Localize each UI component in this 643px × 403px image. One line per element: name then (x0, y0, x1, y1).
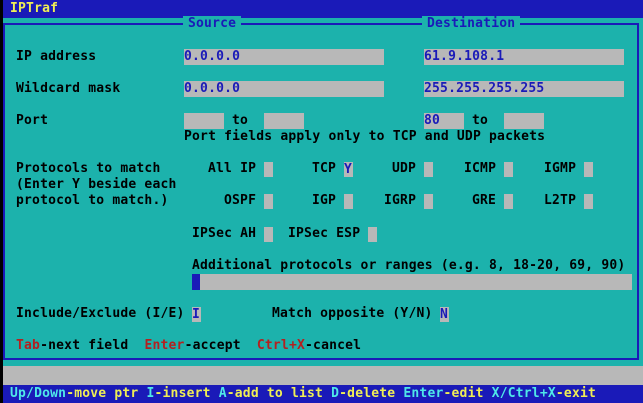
text-cursor (192, 274, 200, 290)
protocol-igrp-label: IGRP (384, 193, 416, 209)
protocol-udp-label: UDP (392, 161, 416, 177)
ip-address-label: IP address (16, 49, 96, 65)
status-delete-key: D (331, 386, 339, 401)
status-exit-key: X/Ctrl+X (492, 386, 556, 401)
destination-wildcard-field[interactable]: 255.255.255.255 (424, 81, 624, 97)
status-exit-desc: -exit (556, 386, 596, 401)
protocol-ipsec-ah-checkbox[interactable] (264, 227, 273, 242)
protocol-igrp-checkbox[interactable] (424, 194, 433, 209)
status-add-desc: -add to list (227, 386, 323, 401)
status-updown-desc: -move ptr (66, 386, 138, 401)
source-wildcard-field[interactable]: 0.0.0.0 (184, 81, 384, 97)
protocols-label-line1: Protocols to match (16, 161, 160, 177)
status-add-key: A (219, 386, 227, 401)
port-note: Port fields apply only to TCP and UDP pa… (184, 129, 545, 145)
protocol-allip-checkbox[interactable] (264, 162, 273, 177)
protocol-ipsec-ah-label: IPSec AH (192, 226, 256, 242)
iptraf-screen: IPTraf Source Destination IP address 0.0… (0, 0, 643, 403)
protocol-igmp-checkbox[interactable] (584, 162, 593, 177)
hint-tab-desc: -next field (40, 338, 128, 353)
hint-ctrlx-key: Ctrl+X (257, 338, 305, 353)
include-exclude-label: Include/Exclude (I/E) (16, 306, 185, 322)
status-delete-desc: -delete (339, 386, 395, 401)
dialog-key-hints: Tab-next field Enter-accept Ctrl+X-cance… (16, 338, 361, 354)
status-updown-key: Up/Down (10, 386, 66, 401)
match-opposite-label: Match opposite (Y/N) (272, 306, 433, 322)
statusbar: Up/Down-move ptr I-insert A-add to list … (0, 385, 643, 403)
protocol-igp-checkbox[interactable] (344, 194, 353, 209)
screen-left-edge (0, 0, 3, 403)
match-opposite-field[interactable]: N (440, 307, 449, 322)
protocol-ipsec-esp-label: IPSec ESP (288, 226, 360, 242)
hint-tab-key: Tab (16, 338, 40, 353)
destination-port-to-label: to (472, 113, 488, 129)
include-exclude-field[interactable]: I (192, 307, 201, 322)
source-port-to-field[interactable] (264, 113, 304, 129)
protocol-gre-label: GRE (472, 193, 496, 209)
additional-protocols-label: Additional protocols or ranges (e.g. 8, … (192, 258, 625, 274)
protocol-ospf-label: OSPF (224, 193, 256, 209)
wildcard-mask-label: Wildcard mask (16, 81, 120, 97)
protocol-icmp-checkbox[interactable] (504, 162, 513, 177)
protocol-tcp-checkbox[interactable]: Y (344, 162, 353, 177)
statusbar-hints: Up/Down-move ptr I-insert A-add to list … (10, 385, 596, 403)
hint-enter-key: Enter (144, 338, 184, 353)
app-title: IPTraf (10, 0, 58, 18)
status-insert-key: I (146, 386, 154, 401)
status-edit-key: Enter (403, 386, 443, 401)
additional-protocols-field[interactable] (192, 274, 632, 290)
hint-enter-desc: -accept (185, 338, 241, 353)
status-insert-desc: -insert (155, 386, 211, 401)
protocol-allip-label: All IP (208, 161, 256, 177)
protocol-udp-checkbox[interactable] (424, 162, 433, 177)
protocol-gre-checkbox[interactable] (504, 194, 513, 209)
destination-port-from-field[interactable]: 80 (424, 113, 464, 129)
destination-ip-field[interactable]: 61.9.108.1 (424, 49, 624, 65)
status-edit-desc: -edit (444, 386, 484, 401)
destination-port-to-field[interactable] (504, 113, 544, 129)
separator-strip (0, 366, 643, 385)
protocol-ospf-checkbox[interactable] (264, 194, 273, 209)
source-ip-field[interactable]: 0.0.0.0 (184, 49, 384, 65)
protocol-igmp-label: IGMP (544, 161, 576, 177)
hint-ctrlx-desc: -cancel (305, 338, 361, 353)
source-port-to-label: to (232, 113, 248, 129)
source-port-from-field[interactable] (184, 113, 224, 129)
protocol-igp-label: IGP (312, 193, 336, 209)
port-label: Port (16, 113, 48, 129)
protocol-tcp-label: TCP (312, 161, 336, 177)
protocol-l2tp-label: L2TP (544, 193, 576, 209)
protocols-label-line2: (Enter Y beside each (16, 177, 177, 193)
protocol-l2tp-checkbox[interactable] (584, 194, 593, 209)
protocol-icmp-label: ICMP (464, 161, 496, 177)
titlebar: IPTraf (0, 0, 643, 18)
source-section-label: Source (183, 16, 241, 32)
destination-section-label: Destination (422, 16, 520, 32)
protocols-label-line3: protocol to match.) (16, 193, 169, 209)
protocol-ipsec-esp-checkbox[interactable] (368, 227, 377, 242)
